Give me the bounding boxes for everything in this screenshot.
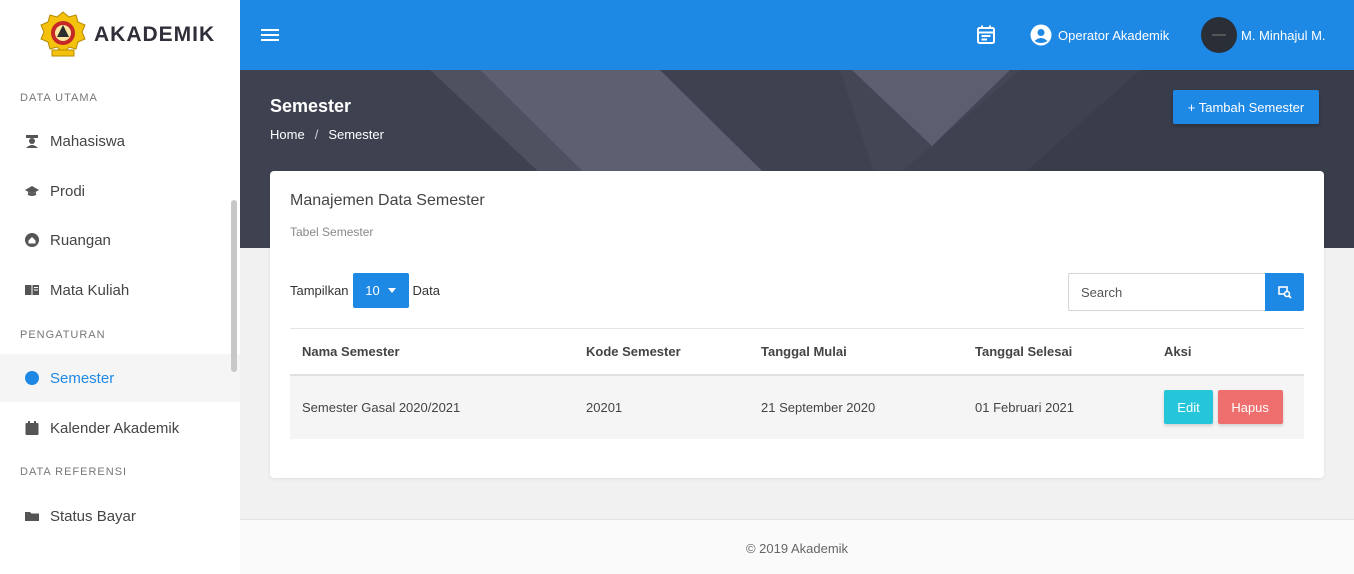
- search-input[interactable]: [1068, 273, 1265, 311]
- university-seal-icon: [40, 11, 86, 57]
- delete-button[interactable]: Hapus: [1217, 390, 1283, 424]
- column-header: Aksi: [1152, 328, 1304, 376]
- sidebar-item-prodi[interactable]: Prodi: [0, 167, 240, 215]
- footer: © 2019 Akademik: [240, 519, 1354, 574]
- breadcrumb-current: Semester: [328, 127, 384, 142]
- avatar: [1201, 17, 1237, 53]
- cell-nama-semester: Semester Gasal 2020/2021: [290, 374, 574, 439]
- user-name: M. Minhajul M.: [1241, 27, 1326, 43]
- column-header[interactable]: Tanggal Selesai: [963, 328, 1152, 376]
- section-label-data-referensi: DATA REFERENSI: [20, 466, 128, 478]
- column-header[interactable]: Tanggal Mulai: [749, 328, 963, 376]
- semester-table: Nama Semester Kode Semester Tanggal Mula…: [290, 328, 1304, 439]
- sidebar-item-label: Mata Kuliah: [50, 281, 130, 299]
- search-button[interactable]: [1265, 273, 1304, 311]
- sidebar-item-label: Prodi: [50, 182, 86, 200]
- event-calendar-icon[interactable]: [975, 24, 997, 46]
- topbar: Operator Akademik M. Minhajul M.: [240, 0, 1354, 70]
- page-size-control: Tampilkan 10 Data: [290, 273, 440, 308]
- cell-aksi: Edit Hapus: [1152, 374, 1304, 439]
- cell-kode-semester: 20201: [574, 374, 749, 439]
- book-icon: [24, 282, 40, 298]
- section-label-data-utama: DATA UTAMA: [20, 92, 98, 104]
- card-subtitle: Tabel Semester: [290, 225, 374, 239]
- sidebar-item-ruangan[interactable]: Ruangan: [0, 216, 240, 264]
- semester-card: Manajemen Data Semester Tabel Semester T…: [270, 171, 1324, 478]
- add-semester-button[interactable]: + Tambah Semester: [1173, 90, 1319, 124]
- sidebar-scrollbar[interactable]: [231, 200, 237, 372]
- breadcrumb: Home / Semester: [270, 127, 384, 142]
- page-size-value: 10: [365, 283, 380, 298]
- sidebar-item-label: Semester: [50, 369, 115, 387]
- account-circle-icon: [1030, 24, 1052, 46]
- breadcrumb-separator: /: [314, 127, 319, 142]
- cell-tanggal-mulai: 21 September 2020: [749, 374, 963, 439]
- sidebar-item-label: Ruangan: [50, 231, 111, 249]
- page-title: Semester: [270, 96, 352, 116]
- page-size-dropdown[interactable]: 10: [352, 273, 409, 308]
- show-suffix: Data: [412, 283, 440, 298]
- sidebar-item-mahasiswa[interactable]: Mahasiswa: [0, 117, 240, 165]
- cell-tanggal-selesai: 01 Februari 2021: [963, 374, 1152, 439]
- operator-menu[interactable]: Operator Akademik: [1030, 23, 1169, 47]
- search-icon: [1277, 286, 1292, 299]
- sidebar-item-status-bayar[interactable]: Status Bayar: [0, 492, 240, 540]
- card-title: Manajemen Data Semester: [290, 192, 485, 209]
- sidebar: AKADEMIK DATA UTAMA Mahasiswa Prodi Ruan…: [0, 0, 240, 574]
- sidebar-item-mata-kuliah[interactable]: Mata Kuliah: [0, 266, 240, 314]
- graduate-icon: [24, 133, 40, 149]
- column-header[interactable]: Nama Semester: [290, 328, 574, 376]
- caret-down-icon: [387, 288, 396, 293]
- sidebar-item-label: Status Bayar: [50, 507, 136, 525]
- sidebar-item-label: Kalender Akademik: [50, 419, 180, 437]
- show-prefix: Tampilkan: [290, 283, 349, 298]
- calendar-icon: [24, 420, 40, 436]
- column-header[interactable]: Kode Semester: [574, 328, 749, 376]
- user-menu[interactable]: M. Minhajul M.: [1201, 17, 1326, 53]
- folder-icon: [24, 508, 40, 524]
- edit-button[interactable]: Edit: [1164, 390, 1213, 424]
- breadcrumb-home[interactable]: Home: [270, 127, 305, 142]
- sidebar-item-label: Mahasiswa: [50, 132, 126, 150]
- sidebar-item-semester[interactable]: Semester: [0, 354, 240, 402]
- table-header-row: Nama Semester Kode Semester Tanggal Mula…: [290, 328, 1304, 376]
- mortarboard-icon: [24, 183, 40, 199]
- section-label-pengaturan: PENGATURAN: [20, 329, 106, 341]
- brand[interactable]: AKADEMIK: [0, 0, 240, 70]
- table-row: Semester Gasal 2020/2021 20201 21 Septem…: [290, 374, 1304, 439]
- brand-name: AKADEMIK: [94, 23, 216, 46]
- clock-icon: [24, 370, 40, 386]
- hamburger-icon[interactable]: [260, 25, 280, 45]
- home-icon: [24, 232, 40, 248]
- footer-copyright: © 2019 Akademik: [745, 541, 849, 556]
- sidebar-item-kalender-akademik[interactable]: Kalender Akademik: [0, 404, 240, 452]
- operator-label: Operator Akademik: [1058, 27, 1170, 43]
